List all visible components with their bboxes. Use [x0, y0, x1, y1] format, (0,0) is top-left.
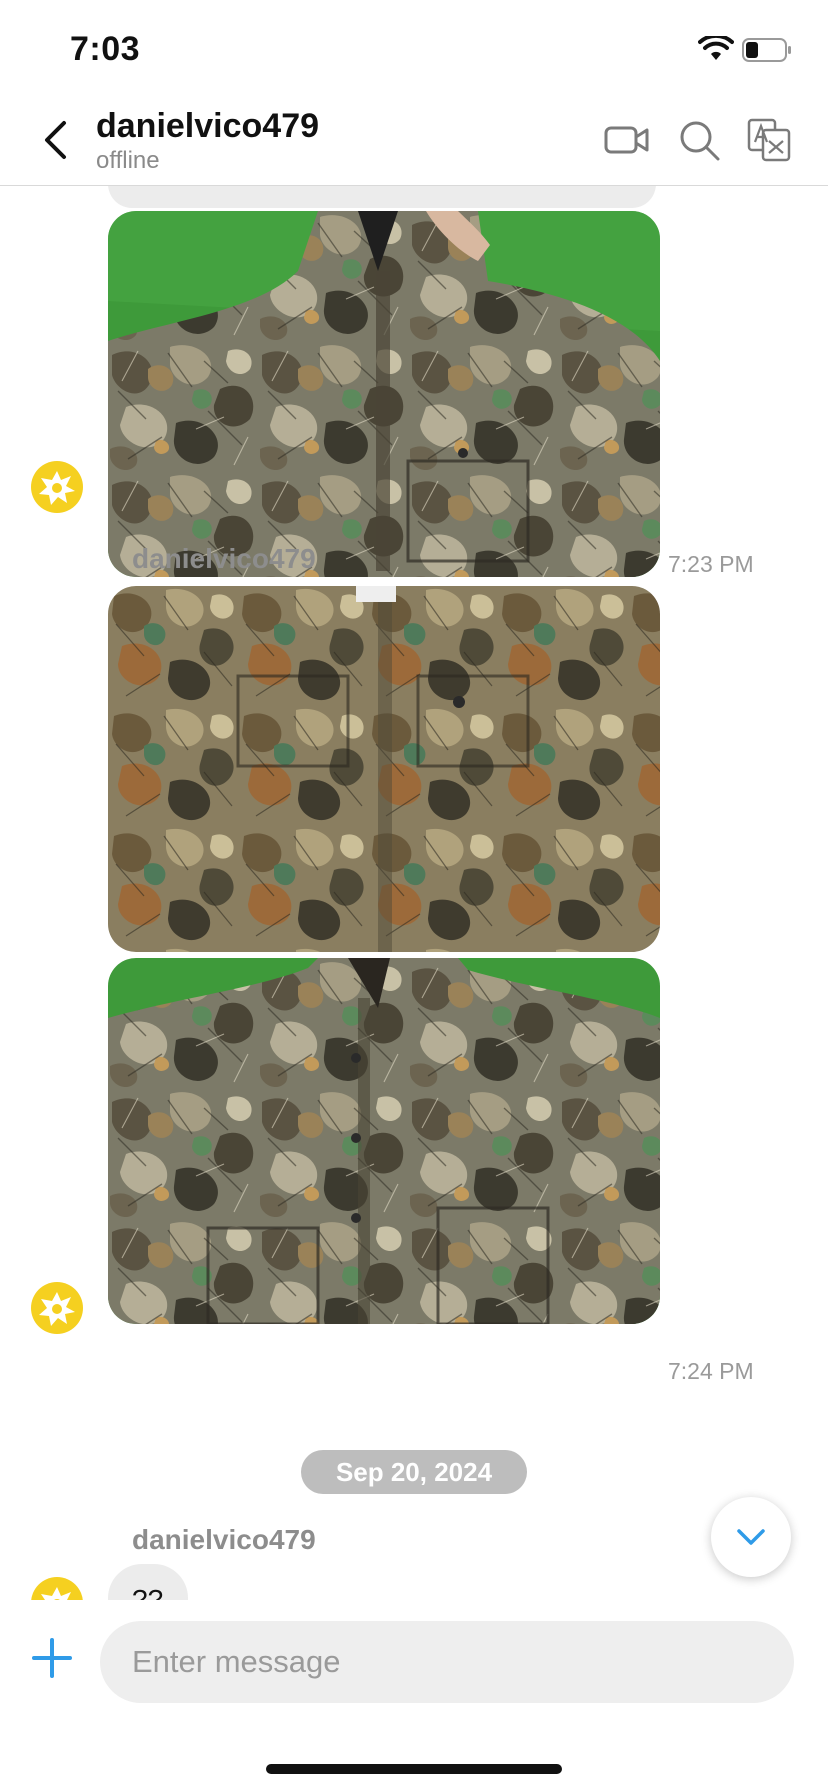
contact-status: offline — [96, 147, 160, 174]
status-time: 7:03 — [70, 30, 141, 68]
status-bar: 7:03 — [0, 0, 828, 90]
avatar[interactable] — [31, 1577, 83, 1601]
avatar[interactable] — [31, 461, 83, 513]
search-icon[interactable] — [676, 117, 722, 163]
avatar[interactable] — [31, 1282, 83, 1334]
message-composer — [0, 1600, 828, 1720]
message-list[interactable]: 7:23 PM danielvico479 7:24 PM Sep 20, 20… — [0, 186, 828, 1601]
message-text: ?? — [132, 1584, 164, 1601]
video-camera-icon[interactable] — [604, 117, 650, 163]
image-message[interactable] — [108, 211, 660, 577]
chevron-down-icon — [737, 1529, 765, 1545]
message-input[interactable] — [100, 1621, 794, 1703]
home-indicator — [266, 1764, 562, 1774]
image-message[interactable] — [108, 586, 660, 952]
battery-icon — [742, 38, 791, 62]
message-time: 7:23 PM — [668, 551, 754, 577]
wifi-icon — [698, 36, 734, 60]
date-separator: Sep 20, 2024 — [301, 1450, 527, 1494]
image-message[interactable] — [108, 958, 660, 1324]
sender-name: danielvico479 — [132, 1524, 316, 1555]
text-message-bubble[interactable]: ?? — [108, 1564, 188, 1601]
plus-icon[interactable] — [30, 1636, 74, 1680]
back-arrow-icon[interactable] — [38, 117, 72, 163]
message-time: 7:24 PM — [668, 1358, 754, 1384]
chat-header: danielvico479 offline — [0, 95, 828, 186]
message-bubble-partial — [108, 186, 656, 208]
contact-name[interactable]: danielvico479 — [96, 107, 319, 146]
sender-name: danielvico479 — [132, 543, 316, 574]
scroll-to-bottom-button[interactable] — [711, 1497, 791, 1577]
translate-icon[interactable] — [746, 117, 792, 163]
